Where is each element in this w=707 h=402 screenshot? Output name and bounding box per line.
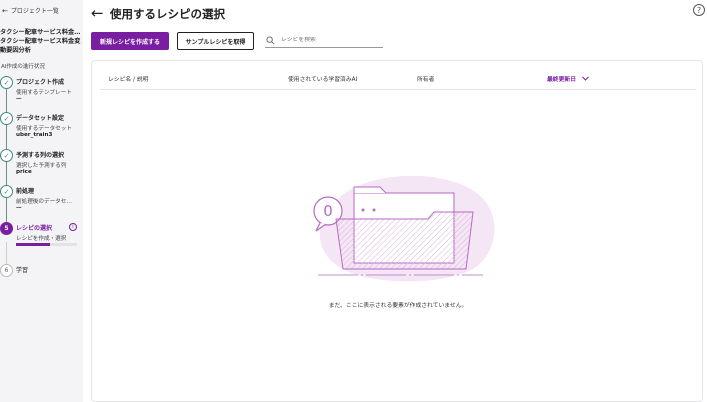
back-to-projects-link[interactable]: ← プロジェクト一覧 [2, 6, 59, 16]
column-header-updated[interactable]: 最終更新日 [547, 74, 589, 83]
back-to-projects-label: プロジェクト一覧 [10, 8, 59, 15]
search-icon [266, 35, 275, 44]
back-arrow-icon[interactable]: ← [91, 4, 104, 22]
help-icon[interactable]: ? [693, 4, 705, 16]
step-progress-fill [16, 243, 50, 246]
recipe-search[interactable] [265, 33, 383, 48]
column-header-name[interactable]: レシピ名 / 説明 [108, 74, 148, 83]
check-icon: ✓ [0, 76, 13, 89]
column-header-model[interactable]: 使用されている学習済みAI [288, 74, 357, 83]
new-recipe-button[interactable]: 新規レシピを作成する [91, 32, 169, 50]
search-input[interactable] [281, 37, 381, 43]
table-header-divider [100, 89, 696, 90]
empty-state-message: まだ、ここに表示される要素が作成されていません。 [328, 303, 468, 309]
speech-bubble-text: 0 [323, 202, 333, 220]
recipe-table: レシピ名 / 説明 使用されている学習済みAI 所有者 最終更新日 0 まだ、こ… [91, 60, 703, 402]
progress-connector-pending [6, 242, 7, 264]
step-number-badge: 5 [0, 222, 13, 235]
empty-folder-illustration: 0 [313, 175, 495, 282]
column-header-owner[interactable]: 所有者 [417, 74, 434, 83]
check-icon: ✓ [0, 112, 13, 125]
arrow-left-icon: ← [2, 6, 8, 15]
sample-recipe-button[interactable]: サンプルレシピを取得 [177, 32, 254, 50]
info-icon[interactable]: i [69, 223, 77, 231]
main-panel: ← 使用するレシピの選択 ? 新規レシピを作成する サンプルレシピを取得 レシピ… [83, 0, 707, 402]
check-icon: ✓ [0, 149, 13, 162]
step-number-badge: 6 [0, 264, 13, 277]
progress-section-label: AI作成の進行状況 [1, 64, 45, 70]
step-progress-bar [16, 243, 77, 246]
project-title: タクシー配車サービス料金… タクシー配車サービス料金変 動要因分析 [0, 29, 81, 54]
chevron-down-icon [582, 76, 589, 81]
sidebar: ← プロジェクト一覧 タクシー配車サービス料金… タクシー配車サービス料金変 動… [0, 0, 83, 402]
page-title: 使用するレシピの選択 [110, 7, 225, 21]
check-icon: ✓ [0, 185, 13, 198]
